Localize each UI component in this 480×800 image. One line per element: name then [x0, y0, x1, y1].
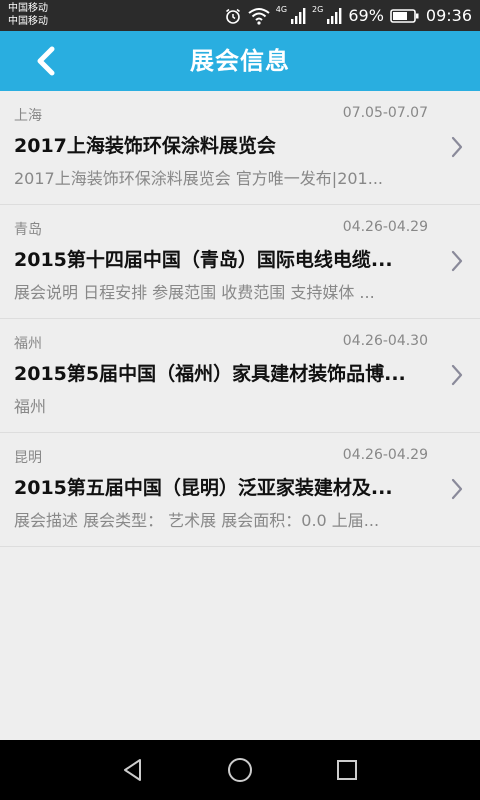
page-title: 展会信息: [190, 47, 290, 75]
exhibition-description: 展会描述 展会类型： 艺术展 展会面积：0.0 上届...: [14, 511, 380, 530]
wifi-icon: [248, 7, 270, 25]
battery-icon: [390, 8, 420, 24]
exhibition-title: 2017上海装饰环保涂料展览会: [14, 135, 276, 157]
exhibition-title: 2015第5届中国（福州）家具建材装饰品博...: [14, 363, 406, 385]
exhibition-list-item[interactable]: 福州 04.26-04.30 2015第5届中国（福州）家具建材装饰品博... …: [0, 319, 480, 433]
app-header: 展会信息: [0, 31, 480, 91]
battery-percent: 69%: [348, 6, 384, 25]
exhibition-date: 04.26-04.29: [342, 447, 428, 463]
circle-home-icon: [228, 758, 252, 782]
signal-icon: [290, 7, 306, 24]
chevron-right-icon: [451, 478, 463, 500]
exhibition-list-item[interactable]: 昆明 04.26-04.29 2015第五届中国（昆明）泛亚家装建材及... 展…: [0, 433, 480, 547]
exhibition-title: 2015第五届中国（昆明）泛亚家装建材及...: [14, 477, 393, 499]
carrier-info: 中国移动 中国移动: [8, 2, 48, 28]
signal-icon: [326, 7, 342, 24]
exhibition-list: 上海 07.05-07.07 2017上海装饰环保涂料展览会 2017上海装饰环…: [0, 91, 480, 547]
system-nav-bar: [0, 740, 480, 800]
chevron-right-icon: [451, 250, 463, 272]
chevron-right-icon: [451, 364, 463, 386]
status-indicators: 4G 2G 69% 09:36: [224, 0, 472, 31]
nav-recents-button[interactable]: [332, 755, 362, 785]
exhibition-description: 2017上海装饰环保涂料展览会 官方唯一发布|201...: [14, 169, 383, 188]
exhibition-list-item[interactable]: 上海 07.05-07.07 2017上海装饰环保涂料展览会 2017上海装饰环…: [0, 91, 480, 205]
carrier-label-2: 中国移动: [8, 16, 48, 27]
exhibition-city: 福州: [14, 336, 42, 352]
carrier-label-1: 中国移动: [8, 3, 48, 14]
triangle-back-icon: [124, 759, 141, 781]
chevron-right-icon: [451, 136, 463, 158]
nav-back-button[interactable]: [118, 755, 148, 785]
nav-home-button[interactable]: [225, 755, 255, 785]
exhibition-city: 青岛: [14, 222, 42, 238]
exhibition-list-item[interactable]: 青岛 04.26-04.29 2015第十四届中国（青岛）国际电线电缆... 展…: [0, 205, 480, 319]
alarm-icon: [224, 7, 242, 25]
exhibition-date: 07.05-07.07: [342, 105, 428, 121]
status-bar: 中国移动 中国移动 4G 2G 69% 09:36: [0, 0, 480, 31]
exhibition-description: 展会说明 日程安排 参展范围 收费范围 支持媒体 ...: [14, 283, 375, 302]
network-4g-label: 4G: [275, 5, 288, 14]
square-recents-icon: [337, 760, 357, 780]
exhibition-title: 2015第十四届中国（青岛）国际电线电缆...: [14, 249, 393, 271]
exhibition-date: 04.26-04.30: [342, 333, 428, 349]
clock-time: 09:36: [425, 6, 472, 25]
network-2g-label: 2G: [312, 5, 324, 14]
exhibition-city: 上海: [14, 108, 42, 124]
exhibition-description: 福州: [14, 397, 47, 416]
exhibition-date: 04.26-04.29: [342, 219, 428, 235]
exhibition-city: 昆明: [14, 450, 42, 466]
